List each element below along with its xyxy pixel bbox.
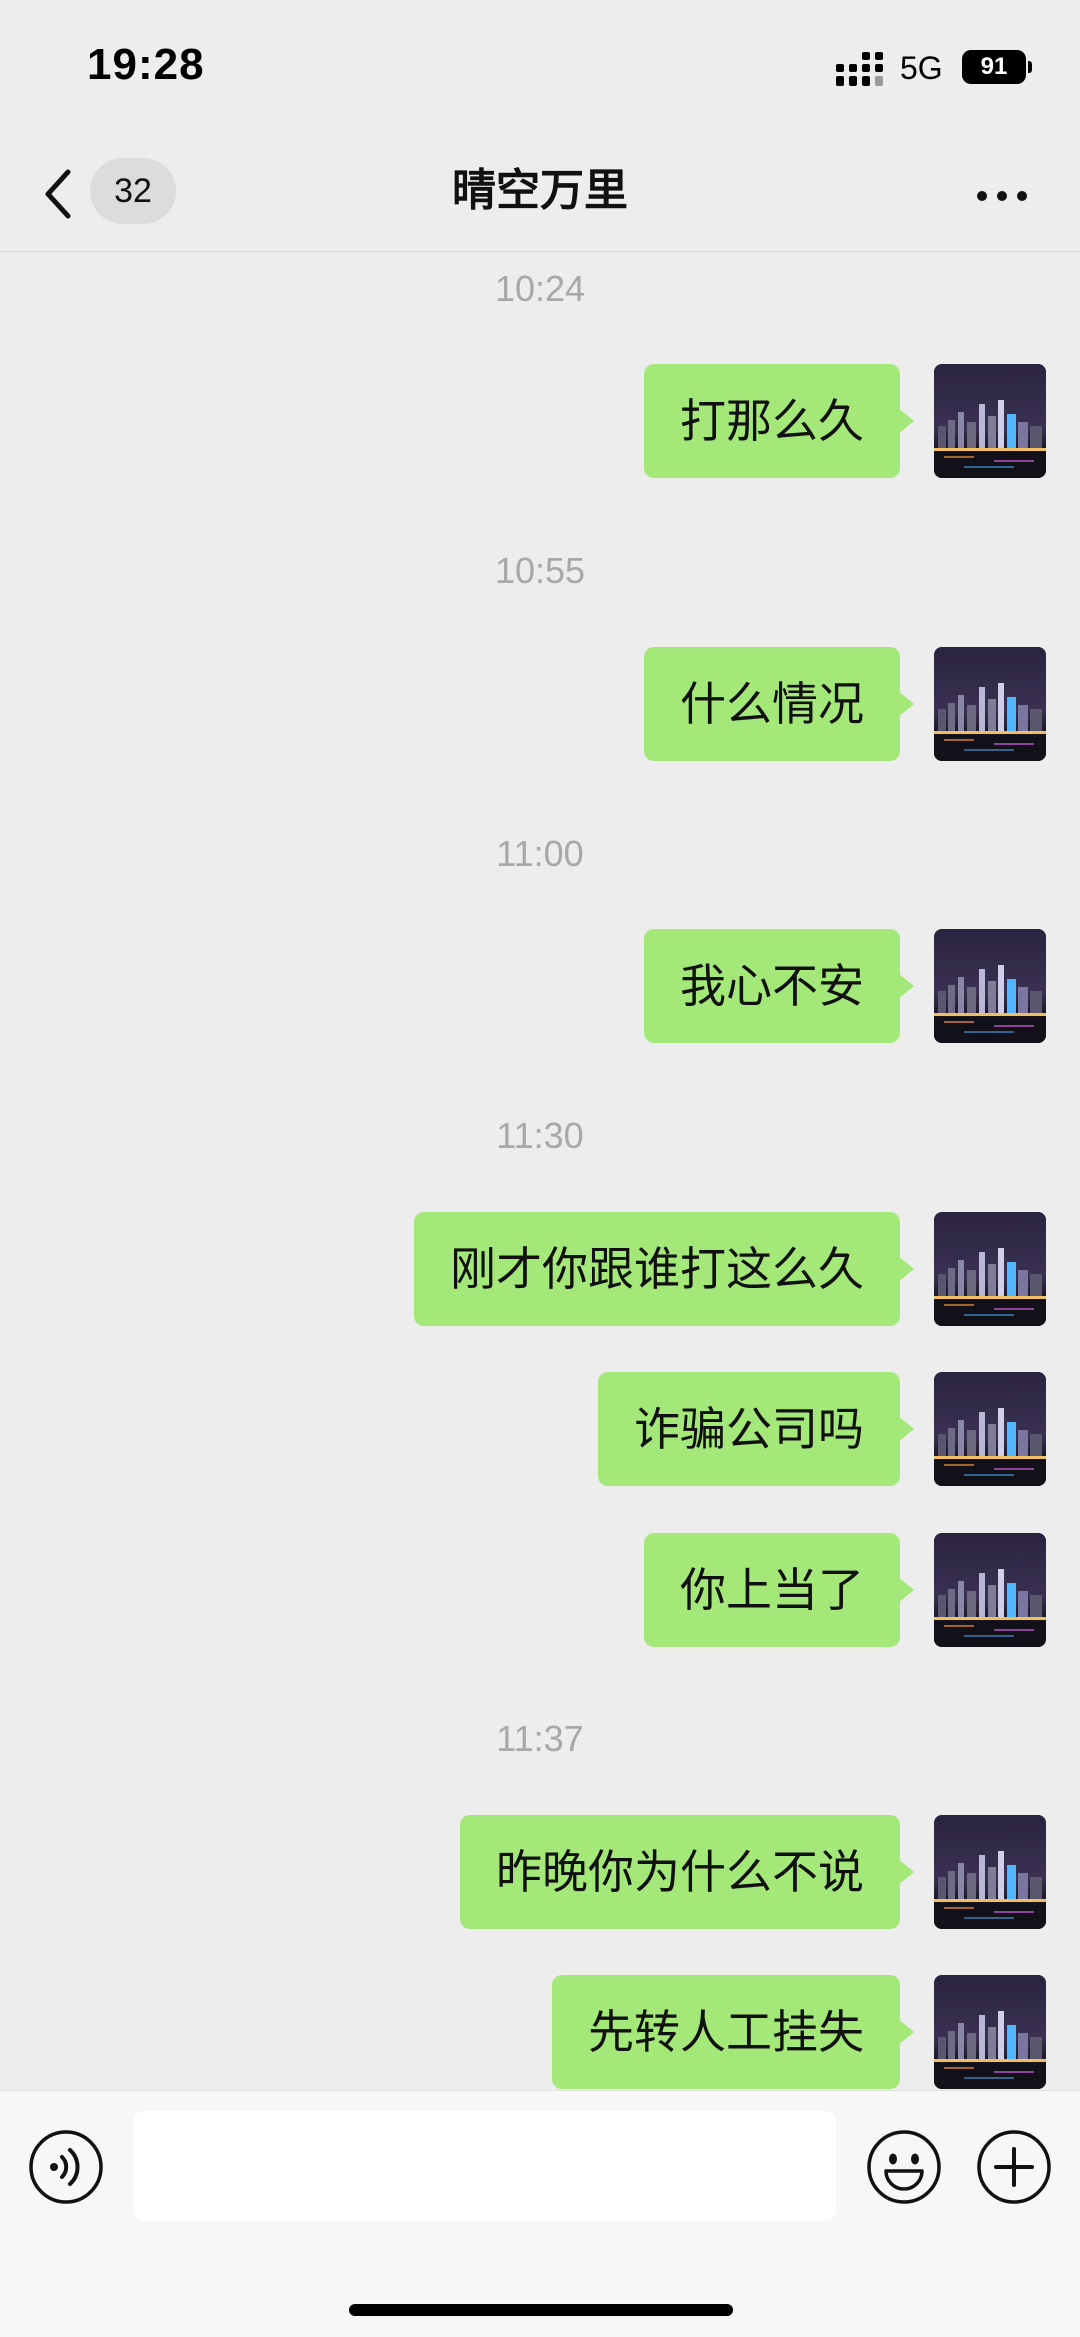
sent-message-bubble[interactable]: 先转人工挂失 [552,1975,914,2089]
sent-message-row: 打那么久 [0,364,1080,478]
sent-message-row: 你上当了 [0,1533,1080,1647]
sent-message-bubble[interactable]: 你上当了 [644,1533,914,1647]
status-bar: 19:28 5G 91 [0,0,1080,140]
city-night-photo [934,647,1046,761]
city-night-photo [934,1212,1046,1326]
status-time: 19:28 [87,40,205,89]
user-avatar[interactable] [934,647,1046,761]
home-indicator [349,2304,733,2316]
message-list[interactable]: 10:24 打那么久 10:55 什么情况 11:00 我心不安 11:30 刚… [0,252,1080,2090]
user-avatar[interactable] [934,929,1046,1043]
chat-input-bar [0,2090,1080,2337]
voice-input-icon[interactable] [28,2129,104,2205]
user-avatar[interactable] [934,1212,1046,1326]
sent-message-row: 先转人工挂失 [0,1975,1080,2089]
plus-circle-icon[interactable] [976,2129,1052,2205]
sent-message-row: 昨晚你为什么不说 [0,1815,1080,1929]
sent-message-bubble[interactable]: 我心不安 [644,929,914,1043]
sent-message-row: 诈骗公司吗 [0,1372,1080,1486]
sent-message-row: 什么情况 [0,647,1080,761]
sent-message-bubble[interactable]: 打那么久 [644,364,914,478]
sent-message-row: 刚才你跟谁打这么久 [0,1212,1080,1326]
user-avatar[interactable] [934,1975,1046,2089]
message-input[interactable] [134,2111,836,2221]
sent-message-bubble[interactable]: 昨晚你为什么不说 [460,1815,914,1929]
user-avatar[interactable] [934,1372,1046,1486]
sent-message-row: 我心不安 [0,929,1080,1043]
signal-strength-icon [836,52,883,86]
city-night-photo [934,929,1046,1043]
network-type: 5G [900,50,943,86]
city-night-photo [934,1815,1046,1929]
chat-header: 32 晴空万里 [0,140,1080,252]
user-avatar[interactable] [934,364,1046,478]
user-avatar[interactable] [934,1815,1046,1929]
city-night-photo [934,364,1046,478]
message-timestamp: 10:55 [494,550,586,591]
sent-message-bubble[interactable]: 什么情况 [644,647,914,761]
message-timestamp: 11:00 [496,833,584,874]
chat-title: 晴空万里 [452,165,628,216]
city-night-photo [934,1533,1046,1647]
sent-message-bubble[interactable]: 诈骗公司吗 [598,1372,914,1486]
battery-level: 91 [962,50,1026,84]
battery-tip [1028,61,1032,73]
sent-message-bubble[interactable]: 刚才你跟谁打这么久 [414,1212,914,1326]
message-timestamp: 10:24 [494,268,586,309]
user-avatar[interactable] [934,1533,1046,1647]
more-horizontal-icon[interactable] [972,176,1032,216]
message-timestamp: 11:37 [496,1718,584,1759]
smiley-icon[interactable] [866,2129,942,2205]
message-timestamp: 11:30 [496,1115,584,1156]
city-night-photo [934,1975,1046,2089]
city-night-photo [934,1372,1046,1486]
